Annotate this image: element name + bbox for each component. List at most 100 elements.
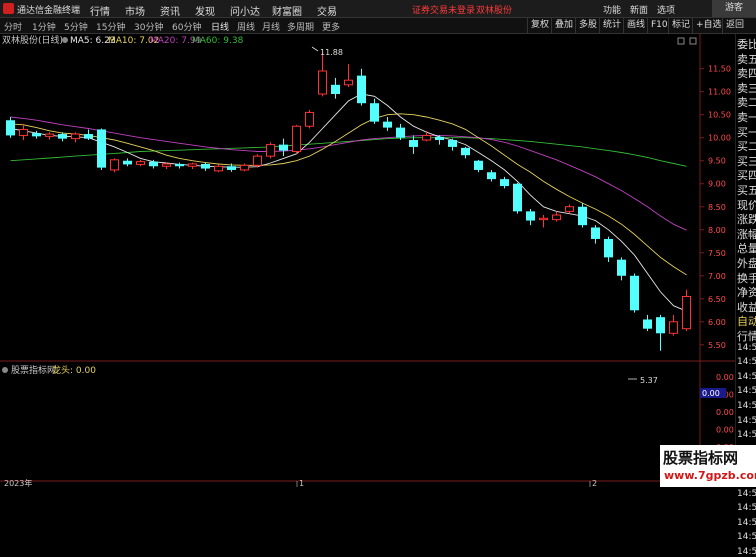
candle-body	[617, 259, 626, 276]
tool-back[interactable]: 返回	[722, 18, 747, 33]
login-alert[interactable]: 证券交易未登录	[412, 3, 475, 16]
menu-news[interactable]: 资讯	[160, 3, 180, 18]
candle	[71, 132, 80, 143]
candle	[565, 204, 574, 214]
candle-body	[253, 155, 262, 166]
candle-body	[656, 317, 665, 334]
candle	[123, 158, 132, 167]
candle-body	[175, 163, 184, 167]
candle	[136, 159, 145, 167]
sub-toggle-icon[interactable]	[2, 367, 8, 373]
period-tick[interactable]: 分时	[4, 20, 22, 33]
watermark-line1: 股票指标网	[663, 449, 739, 467]
x-year-label: 2023年	[4, 478, 32, 487]
side-label: 卖三	[737, 81, 756, 95]
menu-exchange[interactable]: 市场	[125, 3, 145, 18]
candle-body	[396, 127, 405, 138]
side-label: 14:56	[737, 503, 756, 514]
tool-multi-stock[interactable]: 多股	[575, 18, 600, 33]
price-tick: 10.00	[708, 134, 731, 143]
menu-new-layout[interactable]: 新面	[630, 3, 648, 16]
candle-body	[643, 319, 652, 329]
candle-body	[149, 161, 158, 167]
price-tick: 10.50	[708, 111, 731, 120]
candle	[292, 124, 301, 154]
period-weekly[interactable]: 周线	[237, 20, 255, 33]
period-multi[interactable]: 多周期	[287, 20, 314, 33]
candle-body	[539, 217, 548, 221]
side-label: 委比	[737, 38, 756, 51]
candle	[357, 68, 366, 106]
candle-body	[409, 140, 418, 147]
menu-wealth[interactable]: 财富圈	[272, 3, 302, 18]
side-label: 外盘	[737, 257, 756, 270]
period-15min[interactable]: 15分钟	[96, 20, 125, 33]
candle-body	[123, 160, 132, 165]
candle-body	[526, 211, 535, 221]
candle	[474, 159, 483, 173]
kline-chart[interactable]: 双林股份(日线) MA5: 6.23 MA10: 7.02 MA20: 7.99…	[0, 34, 735, 487]
sub-panel-legend: 股票指标网 龙头: 0.00	[2, 364, 96, 376]
candle-body	[487, 172, 496, 180]
candle	[97, 128, 106, 170]
side-label: 14:57	[737, 547, 756, 557]
x-month-2: 2	[592, 479, 597, 487]
candle-body	[84, 134, 93, 139]
price-tick: 8.50	[708, 203, 726, 212]
menu-options[interactable]: 选项	[657, 3, 675, 16]
period-monthly[interactable]: 月线	[262, 20, 280, 33]
price-tick: 5.50	[708, 341, 726, 350]
menu-trade[interactable]: 交易	[317, 3, 337, 18]
guest-button[interactable]: 游客	[712, 0, 756, 17]
side-label: 14:57	[737, 532, 756, 543]
candle	[422, 130, 431, 142]
restore-icon[interactable]	[689, 37, 697, 45]
candle	[32, 130, 41, 139]
sub-tick: 0.00	[716, 426, 734, 435]
tool-mark[interactable]: 标记	[668, 18, 693, 33]
candle-body	[6, 120, 15, 136]
menu-ask[interactable]: 问小达	[230, 3, 260, 18]
tool-adjust[interactable]: 复权	[527, 18, 552, 33]
candle	[279, 138, 288, 157]
main-legend: 双林股份(日线) MA5: 6.23 MA10: 7.02 MA20: 7.99…	[2, 34, 244, 46]
menu-market[interactable]: 行情	[90, 3, 110, 18]
maximize-icon[interactable]	[677, 37, 685, 45]
sub-indicator: 龙头: 0.00	[52, 364, 96, 376]
candle-body	[162, 163, 171, 167]
tool-stats[interactable]: 统计	[599, 18, 624, 33]
candle	[214, 164, 223, 173]
menu-discover[interactable]: 发现	[195, 3, 215, 18]
candle-body	[591, 227, 600, 239]
tool-draw[interactable]: 画线	[623, 18, 648, 33]
period-more[interactable]: 更多	[322, 20, 340, 33]
candle-body	[214, 165, 223, 172]
period-1min[interactable]: 1分钟	[32, 20, 56, 33]
tool-add-watch[interactable]: +自选	[692, 18, 725, 33]
candle-body	[71, 133, 80, 140]
candle	[604, 236, 613, 262]
tool-overlay[interactable]: 叠加	[551, 18, 576, 33]
candle-body	[669, 321, 678, 334]
period-60min[interactable]: 60分钟	[172, 20, 201, 33]
legend-toggle-icon[interactable]	[62, 37, 68, 43]
menu-function[interactable]: 功能	[603, 3, 621, 16]
candle	[643, 314, 652, 331]
ma10-line	[10, 113, 687, 276]
candle-body	[448, 140, 457, 147]
candle	[526, 209, 535, 226]
sub-tick: 0.00	[716, 408, 734, 417]
sub-current-value: 0.00	[702, 389, 720, 398]
candle-body	[474, 160, 483, 170]
side-label: 14:56	[737, 430, 756, 441]
candle	[552, 211, 561, 222]
period-30min[interactable]: 30分钟	[134, 20, 163, 33]
period-5min[interactable]: 5分钟	[64, 20, 88, 33]
price-tick: 7.00	[708, 272, 726, 281]
side-label: 14:56	[737, 371, 756, 382]
side-label: 自动	[737, 315, 756, 329]
candle-body	[565, 206, 574, 212]
period-daily[interactable]: 日线	[211, 20, 229, 33]
candle	[305, 110, 314, 129]
price-axis: 11.50 11.00 10.50 10.00 9.50 9.00 8.50 8.00 7.50…	[700, 65, 731, 350]
